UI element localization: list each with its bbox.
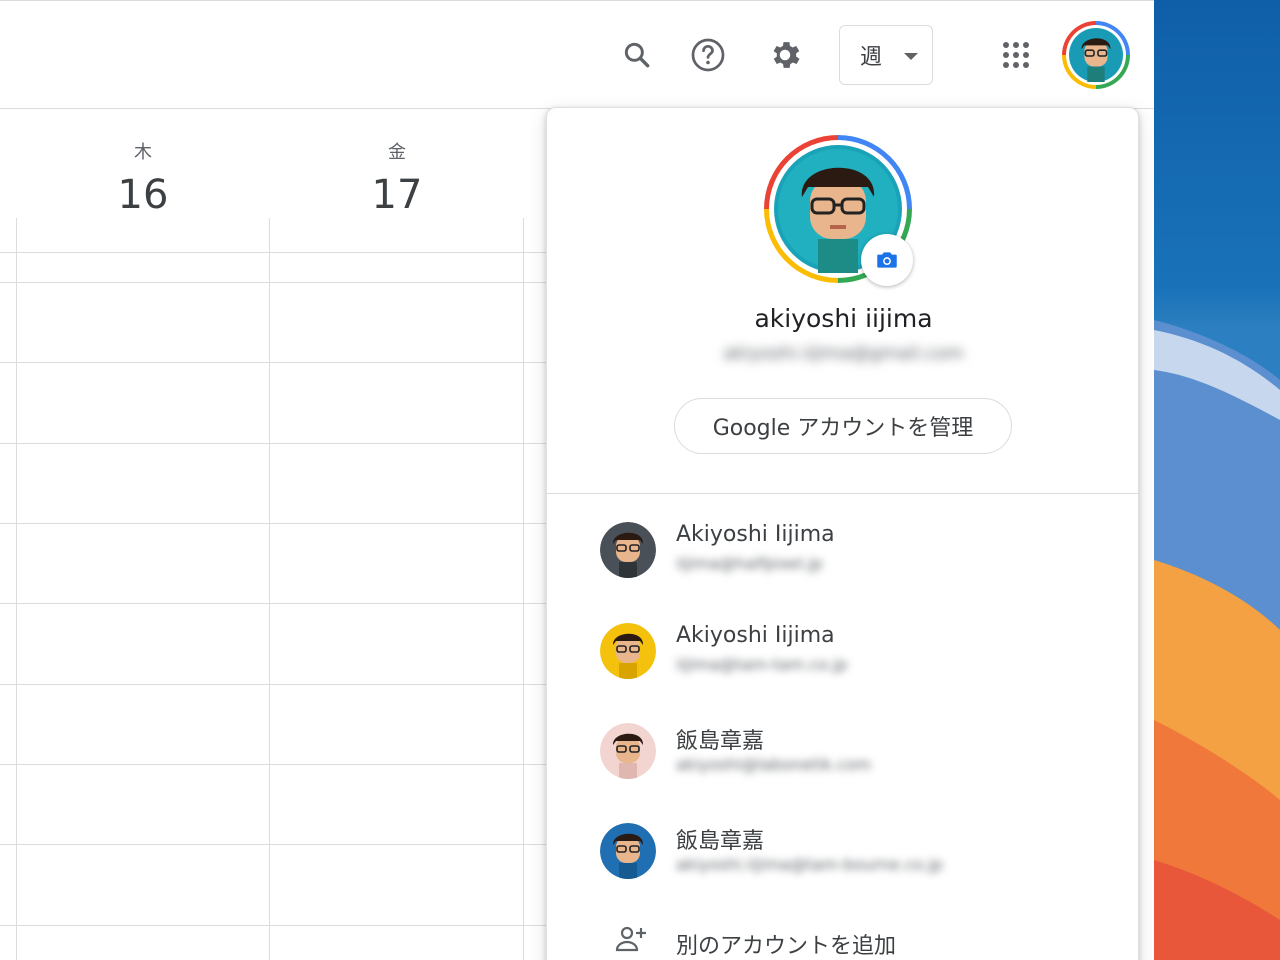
account-name: 飯島章嘉 <box>676 729 765 754</box>
account-list-item[interactable]: Akiyoshi Iijima iijima@halfpixel.jp <box>547 514 1140 604</box>
day-of-week: 木 <box>134 142 152 163</box>
view-selector[interactable]: 週 <box>839 25 933 85</box>
grid-divider <box>269 218 270 960</box>
add-account-label: 別のアカウントを追加 <box>676 934 897 959</box>
view-selector-label: 週 <box>860 45 883 70</box>
current-account-email: akiyoshi.iijima@gmail.com <box>723 343 964 364</box>
grid-divider <box>0 362 546 363</box>
grid-divider <box>523 218 524 960</box>
current-account-name: akiyoshi iijima <box>754 304 933 333</box>
menu-divider <box>547 493 1140 494</box>
top-app-bar: 週 <box>0 1 1154 109</box>
add-account-button[interactable]: 別のアカウントを追加 <box>547 916 1140 960</box>
grid-divider <box>0 603 546 604</box>
avatar <box>600 723 656 779</box>
chevron-down-icon <box>904 53 918 60</box>
apps-button[interactable] <box>992 31 1040 79</box>
avatar-image <box>600 723 656 779</box>
avatar-image <box>600 623 656 679</box>
account-avatar-button[interactable] <box>1062 21 1130 89</box>
apps-grid-icon <box>1003 42 1029 68</box>
add-person-icon <box>615 926 646 952</box>
manage-account-button[interactable]: Google アカウントを管理 <box>674 398 1012 454</box>
account-email: akiyoshi.iijima@tam-bourne.co.jp <box>676 855 943 874</box>
grid-divider <box>0 252 546 253</box>
account-list-item[interactable]: 飯島章嘉 akiyoshi@labonetik.com <box>547 715 1140 805</box>
day-number[interactable]: 16 <box>16 172 270 218</box>
day-column-header[interactable]: 木 16 <box>16 110 270 218</box>
account-name: Akiyoshi Iijima <box>676 623 835 648</box>
avatar <box>600 823 656 879</box>
help-icon <box>691 38 725 72</box>
account-email: akiyoshi@labonetik.com <box>676 755 872 774</box>
avatar <box>600 522 656 578</box>
camera-icon <box>877 252 897 268</box>
account-menu: akiyoshi iijima akiyoshi.iijima@gmail.co… <box>546 107 1140 960</box>
avatar-image <box>600 522 656 578</box>
account-list-item[interactable]: 飯島章嘉 akiyoshi.iijima@tam-bourne.co.jp <box>547 815 1140 905</box>
grid-divider <box>0 443 546 444</box>
avatar-image <box>600 823 656 879</box>
search-icon <box>624 42 650 68</box>
account-name: 飯島章嘉 <box>676 829 765 854</box>
account-email: iijima@halfpixel.jp <box>676 554 823 573</box>
grid-divider <box>0 764 546 765</box>
day-number[interactable]: 17 <box>270 172 524 218</box>
avatar <box>600 623 656 679</box>
week-grid: 木 16 金 17 <box>0 110 546 960</box>
calendar-app-window: 週 木 16 金 17 akiyoshi iijima akiyoshi.iij… <box>0 0 1154 960</box>
grid-divider <box>0 844 546 845</box>
grid-divider <box>16 218 17 960</box>
help-button[interactable] <box>684 31 732 79</box>
search-button[interactable] <box>613 31 661 79</box>
grid-divider <box>0 925 546 926</box>
account-list-item[interactable]: Akiyoshi Iijima iijima@tam-tam.co.jp <box>547 615 1140 705</box>
account-email: iijima@tam-tam.co.jp <box>676 655 848 674</box>
day-of-week: 金 <box>388 142 406 163</box>
change-photo-button[interactable] <box>861 234 913 286</box>
settings-button[interactable] <box>761 31 809 79</box>
avatar <box>1069 28 1123 82</box>
desktop-wallpaper <box>1154 0 1280 960</box>
grid-divider <box>0 282 546 283</box>
grid-divider <box>0 523 546 524</box>
account-name: Akiyoshi Iijima <box>676 522 835 547</box>
grid-divider <box>0 684 546 685</box>
settings-icon <box>773 42 800 68</box>
day-column-header[interactable]: 金 17 <box>270 110 524 218</box>
